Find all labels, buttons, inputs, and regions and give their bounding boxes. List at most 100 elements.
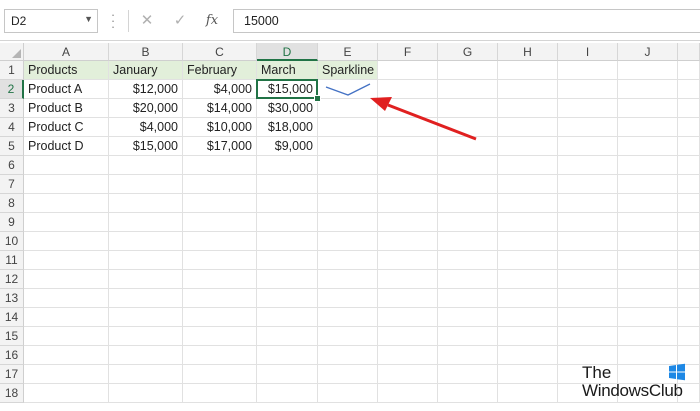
cell[interactable] [618,99,678,118]
cell[interactable] [257,384,318,403]
row-header-12[interactable]: 12 [0,270,24,289]
cell[interactable] [618,251,678,270]
cell[interactable] [618,137,678,156]
product-name-cell[interactable]: Product D [24,137,109,156]
cell[interactable] [558,99,618,118]
column-header-a[interactable]: A [24,43,109,61]
cell[interactable] [24,308,109,327]
cell[interactable] [24,270,109,289]
value-cell[interactable]: $4,000 [183,80,257,99]
cell[interactable] [318,137,378,156]
cell[interactable] [558,308,618,327]
cell[interactable] [438,270,498,289]
value-cell[interactable]: $15,000 [257,80,318,99]
cell[interactable] [438,80,498,99]
cell[interactable] [24,156,109,175]
cell[interactable] [183,365,257,384]
value-cell[interactable]: $14,000 [183,99,257,118]
cell[interactable] [109,289,183,308]
cell[interactable] [558,289,618,308]
cell[interactable] [558,137,618,156]
row-header-6[interactable]: 6 [0,156,24,175]
cell[interactable] [618,80,678,99]
cell[interactable] [378,61,438,80]
cell[interactable] [24,194,109,213]
value-cell[interactable]: $20,000 [109,99,183,118]
cell[interactable] [558,194,618,213]
cell[interactable] [109,156,183,175]
cell[interactable] [498,270,558,289]
cell[interactable] [618,118,678,137]
cell[interactable] [678,289,700,308]
cell[interactable] [498,289,558,308]
cell[interactable] [318,327,378,346]
header-cell[interactable]: January [109,61,183,80]
cell[interactable] [109,213,183,232]
cell[interactable] [498,156,558,175]
cell[interactable] [109,384,183,403]
cell[interactable] [24,289,109,308]
cell[interactable] [257,365,318,384]
cell[interactable] [183,213,257,232]
row-header-11[interactable]: 11 [0,251,24,270]
cell[interactable] [378,232,438,251]
cell[interactable] [618,232,678,251]
cell[interactable] [498,175,558,194]
cell[interactable] [378,346,438,365]
row-header-16[interactable]: 16 [0,346,24,365]
cell[interactable] [618,61,678,80]
cell[interactable] [378,327,438,346]
cell[interactable] [24,175,109,194]
cell[interactable] [438,289,498,308]
row-header-5[interactable]: 5 [0,137,24,156]
cell[interactable] [109,327,183,346]
cell[interactable] [498,213,558,232]
row-header-1[interactable]: 1 [0,61,24,80]
cell[interactable] [183,251,257,270]
formula-input[interactable]: 15000 [233,9,700,33]
cell[interactable] [318,80,378,99]
cell[interactable] [378,289,438,308]
cell[interactable] [318,251,378,270]
cell[interactable] [498,194,558,213]
cell[interactable] [318,213,378,232]
cell[interactable] [498,118,558,137]
cell[interactable] [678,175,700,194]
row-header-14[interactable]: 14 [0,308,24,327]
name-box[interactable]: D2 ▼ [4,9,98,33]
cell[interactable] [24,213,109,232]
cell[interactable] [109,194,183,213]
column-header-f[interactable]: F [378,43,438,61]
cell[interactable] [24,384,109,403]
column-header-b[interactable]: B [109,43,183,61]
cell[interactable] [558,327,618,346]
cell[interactable] [24,232,109,251]
cell[interactable] [498,346,558,365]
cell[interactable] [438,251,498,270]
cell[interactable] [498,99,558,118]
cell[interactable] [318,346,378,365]
spreadsheet-grid[interactable]: A B C D E F G H I J 1 Products January February March S… [0,43,700,411]
cell[interactable] [618,270,678,289]
cell[interactable] [618,156,678,175]
cell[interactable] [498,365,558,384]
cell[interactable] [378,384,438,403]
cell[interactable] [618,308,678,327]
cell[interactable] [109,232,183,251]
value-cell[interactable]: $18,000 [257,118,318,137]
select-all-button[interactable] [0,43,24,61]
row-header-17[interactable]: 17 [0,365,24,384]
cell[interactable] [378,194,438,213]
cell[interactable] [498,232,558,251]
cell[interactable] [438,346,498,365]
cell[interactable] [183,289,257,308]
cell[interactable] [257,156,318,175]
cell[interactable] [438,384,498,403]
row-header-10[interactable]: 10 [0,232,24,251]
cell[interactable] [257,327,318,346]
cell[interactable] [438,232,498,251]
cell[interactable] [438,213,498,232]
cell[interactable] [558,270,618,289]
cell[interactable] [678,99,700,118]
value-cell[interactable]: $17,000 [183,137,257,156]
